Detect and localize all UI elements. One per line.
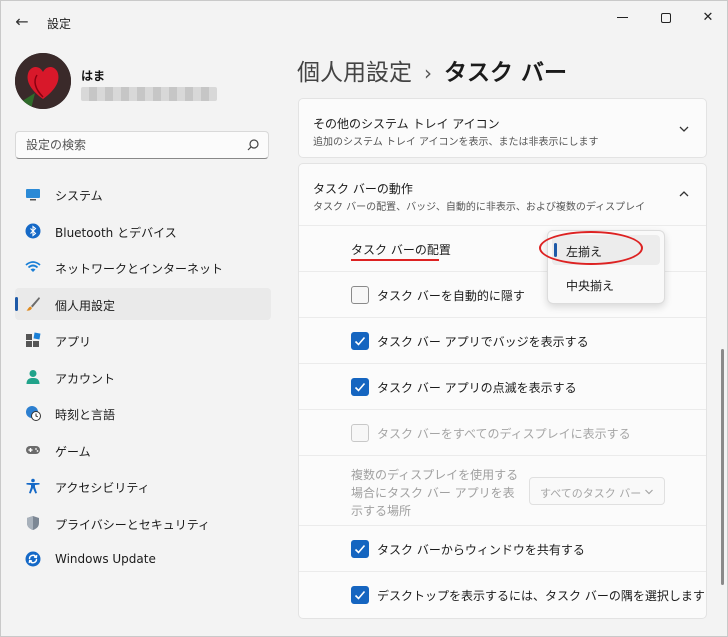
sidebar-item-accessibility[interactable]: アクセシビリティ — [15, 470, 271, 502]
breadcrumb: 個人用設定 › タスク バー — [297, 53, 567, 87]
show-desktop-corner-checkbox[interactable] — [351, 586, 369, 604]
maximize-button[interactable] — [643, 5, 689, 31]
sidebar-item-gaming[interactable]: ゲーム — [15, 434, 271, 466]
sidebar-item-network[interactable]: ネットワークとインターネット — [15, 251, 271, 283]
option-label: 中央揃え — [566, 279, 615, 293]
monitor-icon — [26, 189, 40, 201]
title-bar: ← 設定 ✕ — [1, 1, 727, 41]
user-name: はま — [81, 69, 106, 83]
chevron-up-icon[interactable] — [678, 188, 690, 200]
gamepad-icon — [26, 445, 40, 454]
settings-window: ← 設定 ✕ はま 設定の検索 システム Bluetooth とデバイス ネット… — [0, 0, 728, 637]
avatar-image — [15, 53, 71, 109]
flashing-checkbox[interactable] — [351, 378, 369, 396]
badges-label: タスク バー アプリでバッジを表示する — [377, 335, 589, 349]
sidebar-item-label: 時刻と言語 — [55, 408, 116, 422]
sidebar-item-label: Bluetooth とデバイス — [55, 225, 177, 240]
arrow-left-icon: ← — [15, 12, 29, 31]
share-window-label: タスク バーからウィンドウを共有する — [377, 543, 585, 557]
alignment-option-center[interactable]: 中央揃え — [552, 269, 660, 299]
scrollbar-thumb[interactable] — [721, 349, 724, 585]
sidebar-item-personalization[interactable]: 個人用設定 — [15, 287, 271, 320]
divider — [299, 455, 706, 456]
sidebar-item-windows-update[interactable]: Windows Update — [15, 543, 271, 575]
sidebar-item-time-language[interactable]: 時刻と言語 — [15, 397, 271, 429]
alignment-label: タスク バーの配置 — [351, 243, 451, 257]
apps-icon — [26, 332, 41, 347]
sidebar-item-system[interactable]: システム — [15, 178, 271, 210]
annotation-ellipse — [539, 231, 643, 265]
sidebar-item-apps[interactable]: アプリ — [15, 324, 271, 356]
card-title: タスク バーの動作 — [313, 182, 413, 196]
globe-clock-icon — [26, 406, 41, 421]
chevron-right-icon: › — [424, 61, 432, 85]
maximize-icon — [661, 12, 671, 23]
checkmark-icon — [354, 544, 366, 554]
show-desktop-corner-label: デスクトップを表示するには、タスク バーの隅を選択します — [377, 589, 705, 603]
multi-display-combobox: すべてのタスク バー — [529, 477, 665, 505]
auto-hide-checkbox[interactable] — [351, 286, 369, 304]
all-displays-label: タスク バーをすべてのディスプレイに表示する — [377, 427, 631, 441]
chevron-down-icon — [645, 489, 653, 495]
search-box — [15, 131, 269, 159]
divider — [299, 571, 706, 572]
sidebar-item-label: アカウント — [55, 371, 116, 386]
all-displays-checkbox — [351, 424, 369, 442]
shield-icon — [27, 515, 39, 530]
back-button[interactable]: ← — [11, 11, 33, 33]
search-icon[interactable] — [246, 138, 260, 152]
combobox-value: すべてのタスク バー — [540, 487, 642, 500]
share-window-checkbox[interactable] — [351, 540, 369, 558]
close-icon: ✕ — [702, 10, 714, 25]
checkmark-icon — [354, 590, 366, 600]
avatar[interactable] — [15, 53, 71, 109]
card-description: タスク バーの配置、バッジ、自動的に非表示、および複数のディスプレイ — [313, 202, 646, 213]
breadcrumb-parent[interactable]: 個人用設定 — [297, 60, 412, 86]
minimize-icon — [616, 17, 628, 18]
multi-display-label: 複数のディスプレイを使用する場合にタスク バー アプリを表示する場所 — [351, 468, 519, 518]
sidebar-item-label: ネットワークとインターネット — [55, 262, 224, 276]
divider — [299, 525, 706, 526]
flashing-label: タスク バー アプリの点滅を表示する — [377, 381, 577, 395]
divider — [299, 225, 706, 226]
accessibility-icon — [26, 478, 40, 494]
minimize-button[interactable] — [599, 5, 645, 31]
sidebar-item-privacy[interactable]: プライバシーとセキュリティ — [15, 507, 271, 539]
chevron-down-icon[interactable] — [678, 123, 690, 135]
sidebar-item-label: Windows Update — [55, 552, 156, 566]
sidebar-item-accounts[interactable]: アカウント — [15, 361, 271, 393]
badges-checkbox[interactable] — [351, 332, 369, 350]
selection-indicator — [15, 296, 18, 311]
person-icon — [26, 369, 40, 384]
brush-icon — [26, 296, 40, 311]
divider — [299, 317, 706, 318]
sidebar-item-label: 個人用設定 — [55, 298, 116, 313]
auto-hide-label: タスク バーを自動的に隠す — [377, 289, 525, 303]
card-description: 追加のシステム トレイ アイコンを表示、または非表示にします — [313, 137, 599, 148]
close-button[interactable]: ✕ — [685, 5, 728, 31]
sidebar-item-label: アクセシビリティ — [55, 481, 150, 495]
sidebar-item-label: ゲーム — [55, 444, 91, 459]
wifi-icon — [25, 261, 41, 272]
bluetooth-icon — [25, 223, 41, 238]
divider — [299, 409, 706, 410]
user-email-redacted — [81, 87, 217, 101]
page-title: タスク バー — [444, 60, 568, 86]
update-icon — [25, 551, 41, 567]
card-title: その他のシステム トレイ アイコン — [313, 117, 500, 131]
app-title: 設定 — [47, 17, 72, 31]
search-input[interactable] — [16, 132, 236, 158]
sidebar-item-label: システム — [55, 189, 103, 203]
annotation-underline — [351, 259, 439, 261]
checkmark-icon — [354, 336, 366, 346]
divider — [299, 363, 706, 364]
sidebar-nav: システム Bluetooth とデバイス ネットワークとインターネット 個人用設 — [15, 178, 271, 580]
checkmark-icon — [354, 382, 366, 392]
tray-icons-card[interactable]: その他のシステム トレイ アイコン 追加のシステム トレイ アイコンを表示、また… — [298, 98, 707, 158]
sidebar-item-bluetooth[interactable]: Bluetooth とデバイス — [15, 215, 271, 247]
sidebar-item-label: プライバシーとセキュリティ — [55, 517, 211, 532]
sidebar-item-label: アプリ — [55, 335, 92, 349]
